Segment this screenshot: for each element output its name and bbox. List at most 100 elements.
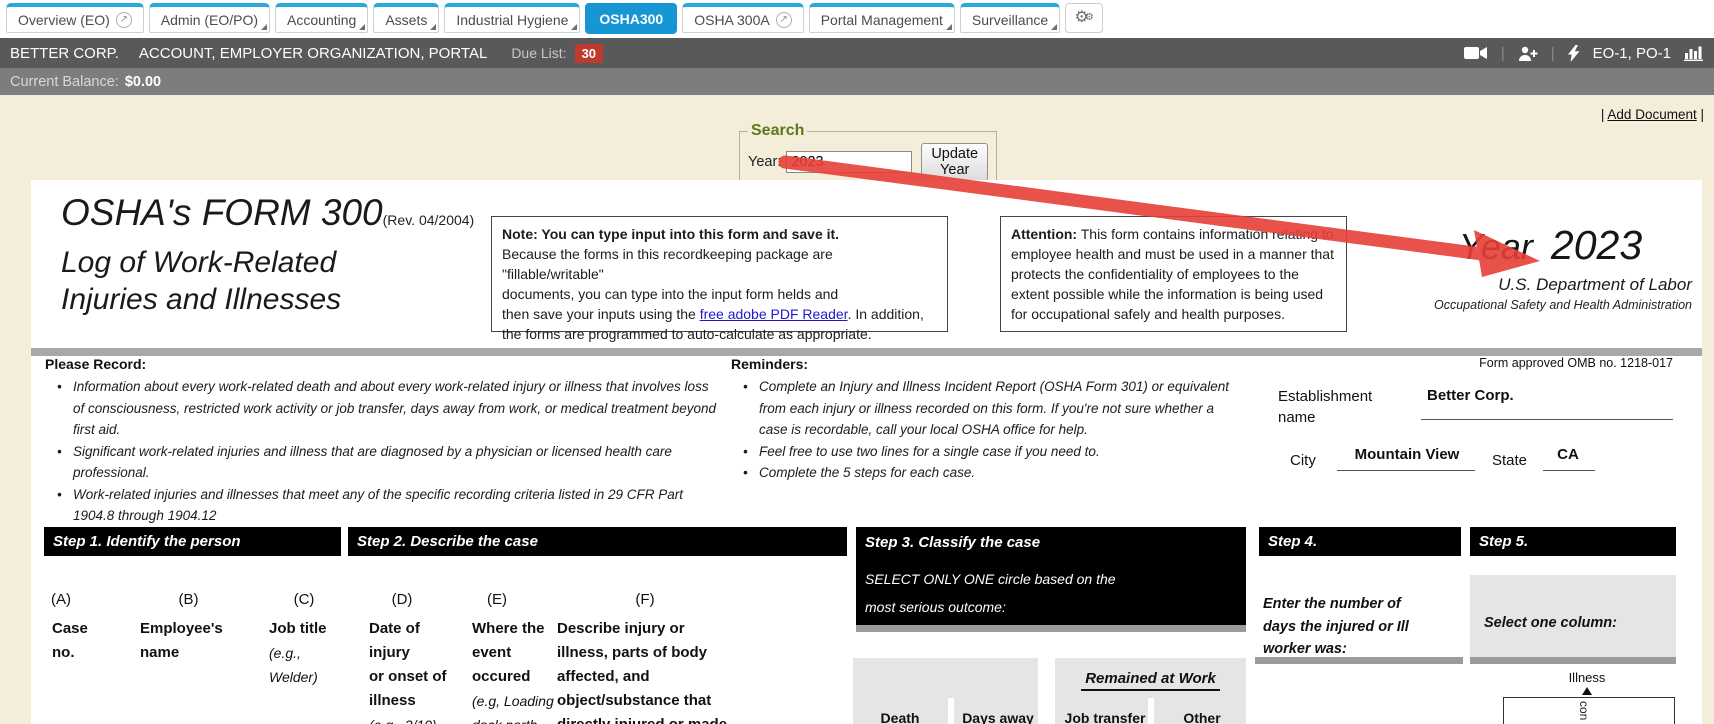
illness-rotated-header: con [1577, 701, 1591, 720]
arrow-up-icon [1582, 687, 1592, 695]
tab-accounting[interactable]: Accounting [275, 3, 368, 33]
tab-overview-eo[interactable]: Overview (EO) ↗ [6, 3, 144, 33]
please-record-section: Please Record: Information about every w… [45, 356, 720, 527]
column-letter-b: (B) [141, 591, 236, 608]
step2-header: Step 2. Describe the case [348, 527, 847, 556]
tab-portal-management[interactable]: Portal Management [809, 3, 955, 33]
step3-instruction: SELECT ONLY ONE circle based on the most… [865, 565, 1246, 621]
year-input[interactable] [786, 151, 912, 173]
please-record-heading: Please Record: [45, 356, 720, 372]
establishment-label: Establishment name [1278, 386, 1372, 428]
balance-bar: Current Balance: $0.00 [0, 68, 1714, 95]
tab-label: Industrial Hygiene [456, 12, 568, 28]
attention-box: Attention: This form contains informatio… [1000, 216, 1347, 332]
city-underline [1337, 470, 1475, 471]
please-record-bullet: Significant work-related injuries and il… [45, 441, 720, 484]
step1-header: Step 1. Identify the person [44, 527, 341, 556]
column-c-label: Job title (e.g., Welder) [269, 617, 327, 689]
city-field[interactable]: Mountain View [1341, 446, 1473, 463]
column-divider [948, 698, 954, 724]
state-field[interactable]: CA [1543, 446, 1593, 463]
step4-shadow-bar [1255, 657, 1463, 664]
gears-icon[interactable]: ⚙⚙ [1065, 3, 1103, 33]
add-document-link[interactable]: Add Document [1607, 107, 1696, 122]
dropdown-caret-icon [571, 24, 577, 30]
tab-label: Overview (EO) [18, 12, 110, 28]
column-letter-c: (C) [269, 591, 339, 608]
form-subtitle: Log of Work-Related Injuries and Illness… [61, 244, 341, 318]
column-f-label: Describe injury orillness, parts of body… [557, 617, 727, 724]
divider-bar [31, 348, 1702, 356]
outcome-death: Death [881, 710, 920, 724]
year-label: Year: [748, 154, 781, 170]
dropdown-caret-icon [946, 24, 952, 30]
attention-label: Attention: [1011, 226, 1077, 242]
note-title: Note: You can type input into this form … [502, 224, 937, 244]
please-record-bullet: Information about every work-related dea… [45, 376, 720, 441]
column-e-label: Where theevent occured (e.g, Loading doc… [472, 617, 554, 724]
divider: | [1501, 45, 1505, 62]
column-a-label: Caseno. [52, 617, 88, 665]
tab-osha300-active[interactable]: OSHA300 [585, 3, 677, 34]
tab-industrial-hygiene[interactable]: Industrial Hygiene [444, 3, 580, 33]
form-year-value: 2023 [1551, 222, 1642, 268]
dropdown-caret-icon [359, 24, 365, 30]
tab-label: Portal Management [821, 12, 943, 28]
column-d-label: Date ofinjury or onset ofillness (e.g., … [369, 617, 447, 724]
state-label: State [1492, 452, 1527, 469]
dol-admin: Occupational Safety and Health Administr… [1409, 298, 1692, 312]
dropdown-caret-icon [261, 24, 267, 30]
step5-header: Step 5. [1470, 527, 1676, 556]
reminders-heading: Reminders: [731, 356, 1236, 372]
state-underline [1543, 470, 1595, 471]
illness-label: Illness [1547, 670, 1627, 685]
due-list-label: Due List: [511, 45, 566, 61]
omb-approval: Form approved OMB no. 1218-017 [1381, 356, 1673, 370]
tab-assets[interactable]: Assets [373, 3, 439, 33]
tab-label: Accounting [287, 12, 356, 28]
org-codes: EO-1, PO-1 [1593, 45, 1671, 62]
tab-label: Surveillance [972, 12, 1048, 28]
tab-label: Assets [385, 12, 427, 28]
step4-instruction: Enter the number of days the injured or … [1263, 593, 1409, 661]
person-add-icon[interactable] [1518, 46, 1538, 61]
tab-label: Admin (EO/PO) [161, 12, 258, 28]
dropdown-caret-icon [1051, 24, 1057, 30]
tab-bar: Overview (EO) ↗ Admin (EO/PO) Accounting… [0, 0, 1714, 38]
column-letter-e: (E) [461, 591, 533, 608]
reminders-section: Reminders: Complete an Injury and Illnes… [731, 356, 1236, 484]
establishment-name-field[interactable]: Better Corp. [1427, 387, 1514, 404]
form-year: Year2023 [1409, 222, 1692, 269]
dropdown-caret-icon [430, 24, 436, 30]
note-box: Note: You can type input into this form … [491, 216, 948, 332]
column-letter-f: (F) [558, 591, 732, 608]
outcome-job-transfer: Job transfer [1065, 710, 1146, 724]
external-link-icon: ↗ [776, 12, 792, 28]
tab-admin-eo-po[interactable]: Admin (EO/PO) [149, 3, 270, 33]
bar-chart-icon[interactable] [1684, 45, 1704, 61]
dol-block: Year2023 U.S. Department of Labor Occupa… [1409, 222, 1692, 312]
remained-at-work-label: Remained at Work [1055, 670, 1246, 691]
step3-header: Step 3. Classify the case SELECT ONLY ON… [856, 527, 1246, 625]
update-year-button[interactable]: Update Year [921, 143, 988, 181]
reminders-bullet: Complete an Injury and Illness Incident … [731, 376, 1236, 441]
balance-label: Current Balance: [10, 74, 119, 90]
external-link-icon: ↗ [116, 12, 132, 28]
form-rev: (Rev. 04/2004) [383, 212, 475, 228]
company-name: BETTER CORP. [10, 45, 119, 62]
search-legend: Search [748, 122, 807, 140]
please-record-bullet: Work-related injuries and illnesses that… [45, 484, 720, 527]
pdf-reader-link[interactable]: free adobe PDF Reader [700, 306, 848, 322]
step3-shadow-bar [856, 625, 1246, 632]
tab-surveillance[interactable]: Surveillance [960, 3, 1060, 33]
osha-form-300: OSHA's FORM 300(Rev. 04/2004) Log of Wor… [31, 180, 1702, 724]
page: Overview (EO) ↗ Admin (EO/PO) Accounting… [0, 0, 1714, 724]
video-camera-icon[interactable] [1464, 46, 1488, 60]
balance-value: $0.00 [125, 74, 161, 90]
tab-osha300a[interactable]: OSHA 300A ↗ [682, 3, 804, 33]
due-list-badge[interactable]: 30 [575, 44, 603, 63]
column-letter-a: (A) [31, 591, 91, 608]
lightning-icon[interactable] [1568, 45, 1580, 62]
reminders-bullet: Complete the 5 steps for each case. [731, 462, 1236, 484]
form-title: OSHA's FORM 300(Rev. 04/2004) [61, 192, 474, 234]
